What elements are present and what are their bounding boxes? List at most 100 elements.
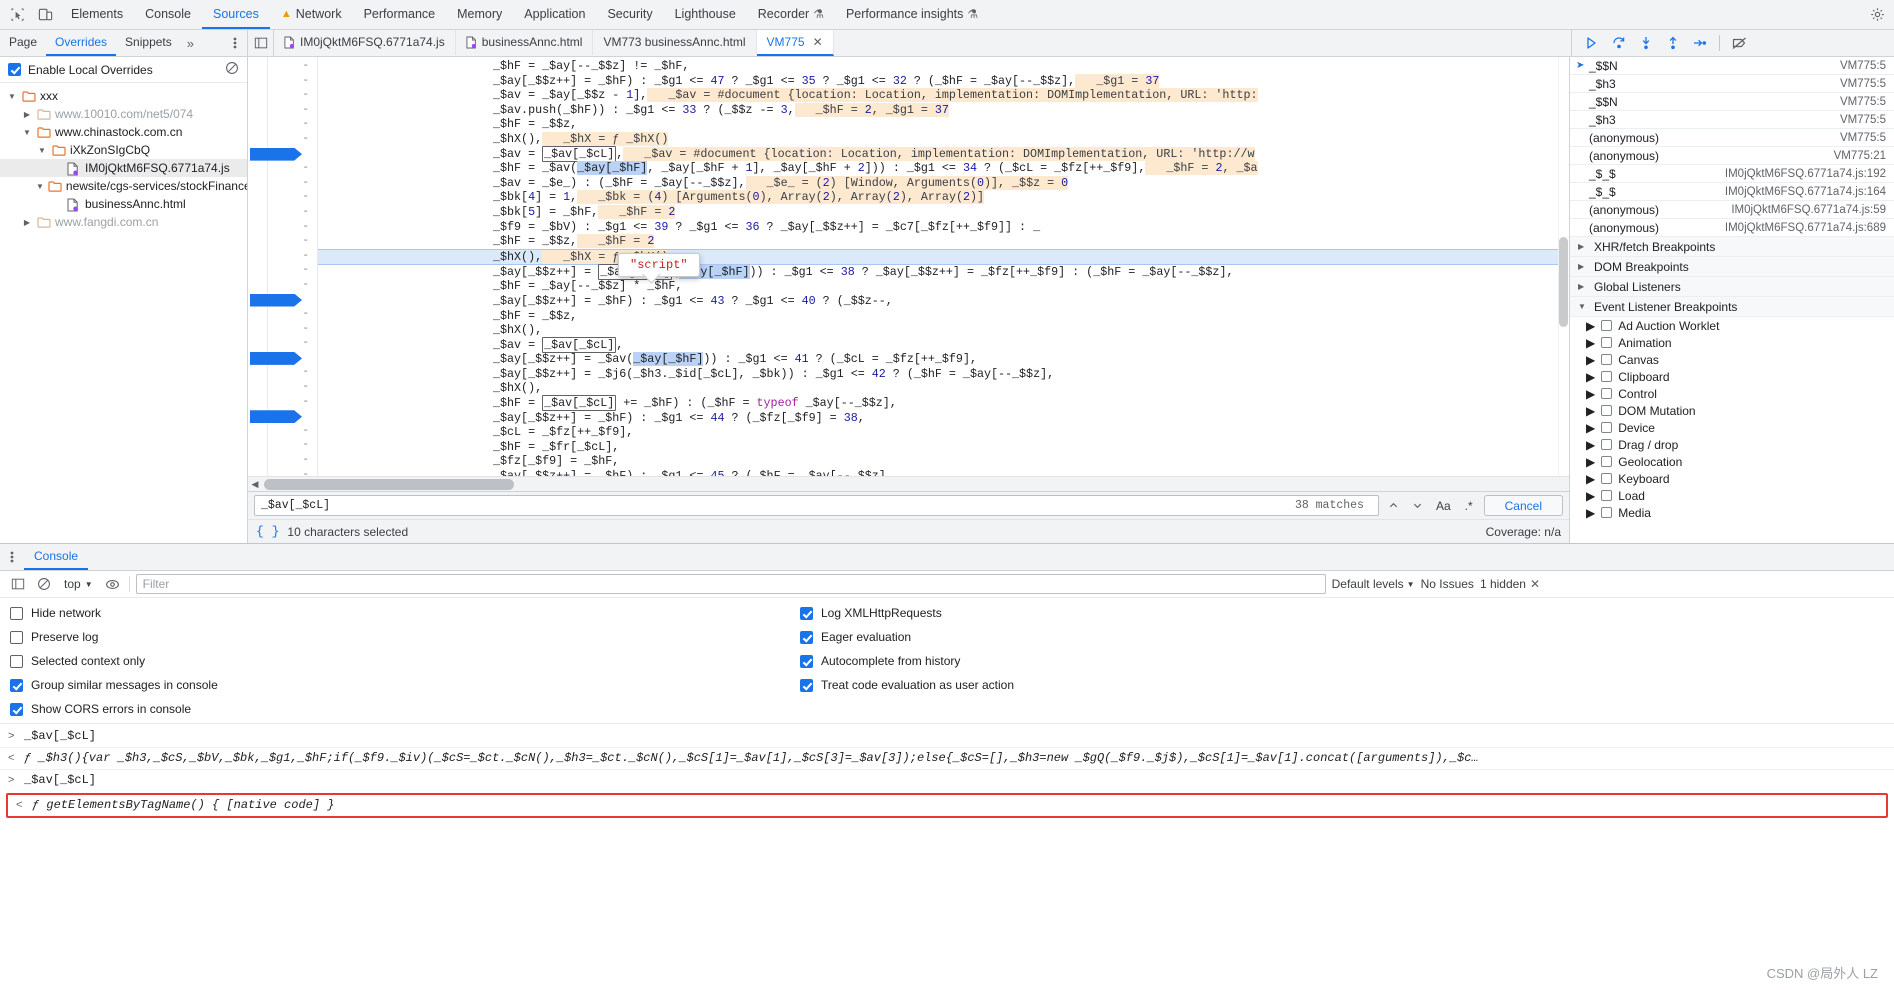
tree-folder-item[interactable]: ▼ iXkZonSIgCbQ: [0, 141, 247, 159]
gutter-line[interactable]: -: [268, 147, 317, 162]
console-levels-selector[interactable]: Default levels ▼: [1332, 577, 1415, 591]
editor-tab-js-file[interactable]: IM0jQktM6FSQ.6771a74.js: [274, 30, 456, 56]
gutter-line[interactable]: -: [268, 263, 317, 278]
editor-tab-vm773[interactable]: VM773 businessAnnc.html: [593, 30, 757, 56]
event-listener-checkbox[interactable]: [1601, 320, 1613, 331]
chevron-right-icon[interactable]: ▶: [21, 110, 33, 119]
console-setting-checkbox[interactable]: [800, 654, 813, 668]
console-setting-item[interactable]: Group similar messages in console: [10, 678, 800, 692]
event-listener-checkbox[interactable]: [1601, 490, 1613, 501]
console-setting-checkbox[interactable]: [10, 678, 23, 692]
call-stack-frame[interactable]: _$$N VM775:5: [1570, 93, 1894, 111]
editor-horizontal-scrollbar[interactable]: ◀: [248, 476, 1569, 491]
tab-console[interactable]: Console: [134, 0, 202, 29]
chevron-down-icon[interactable]: ▼: [21, 128, 33, 137]
tab-application[interactable]: Application: [513, 0, 596, 29]
code-line[interactable]: _$hF = _$av(_$ay[_$hF], _$ay[_$hF + 1], …: [318, 161, 1569, 176]
console-setting-item[interactable]: Eager evaluation: [800, 630, 1894, 644]
console-setting-item[interactable]: Treat code evaluation as user action: [800, 678, 1894, 692]
source-code-content[interactable]: _$hF = _$ay[--_$$z] != _$hF, _$ay[_$$z++]…: [318, 57, 1569, 476]
gutter-line[interactable]: -: [268, 278, 317, 293]
enable-local-overrides-row[interactable]: Enable Local Overrides: [0, 57, 247, 83]
code-line[interactable]: _$cL = _$fz[++_$f9],: [318, 425, 1569, 440]
resume-script-execution-button[interactable]: [1580, 32, 1604, 54]
tab-memory[interactable]: Memory: [446, 0, 513, 29]
call-stack-frame[interactable]: ➤ _$$N VM775:5: [1570, 57, 1894, 75]
gutter-line[interactable]: -: [268, 380, 317, 395]
console-setting-checkbox[interactable]: [800, 606, 813, 620]
code-line[interactable]: _$ay[_$$z++] = _$hF) : _$g1 <= 43 ? _$g1…: [318, 294, 1569, 309]
nav-tab-overrides[interactable]: Overrides: [46, 30, 117, 56]
code-line[interactable]: _$bk[4] = 1, _$bk = (4) [Arguments(0), A…: [318, 190, 1569, 205]
code-line[interactable]: _$ay[_$$z++] = _$hF) : _$g1 <= 47 ? _$g1…: [318, 73, 1569, 89]
gutter-line[interactable]: -: [268, 59, 317, 74]
console-output-message[interactable]: < ƒ _$h3(){var _$h3,_$cS,_$bV,_$bk,_$g1,_…: [0, 747, 1894, 770]
editor-vertical-scrollbar[interactable]: [1558, 57, 1569, 476]
console-setting-item[interactable]: Log XMLHttpRequests: [800, 606, 1894, 620]
chevron-right-icon[interactable]: ▶: [1586, 489, 1595, 503]
gutter-line[interactable]: -: [268, 74, 317, 89]
chevron-right-icon[interactable]: ▶: [1578, 262, 1588, 271]
gutter-line[interactable]: -: [268, 468, 317, 476]
event-listener-checkbox[interactable]: [1601, 456, 1613, 467]
call-stack-frame[interactable]: (anonymous) IM0jQktM6FSQ.6771a74.js:59: [1570, 201, 1894, 219]
chevron-down-icon[interactable]: ▼: [1578, 302, 1588, 311]
tree-folder-item[interactable]: ▼ newsite/cgs-services/stockFinance: [0, 177, 247, 195]
chevron-down-icon[interactable]: ▼: [6, 92, 18, 101]
chevron-right-icon[interactable]: ▶: [1586, 472, 1595, 486]
clear-overrides-icon[interactable]: [225, 61, 239, 78]
gutter-line[interactable]: -: [268, 88, 317, 103]
tab-recorder[interactable]: Recorder ⚗: [747, 0, 835, 29]
event-listener-breakpoint-item[interactable]: ▶ Canvas: [1570, 351, 1894, 368]
chevron-right-icon[interactable]: ▶: [1586, 319, 1595, 333]
nav-tab-page[interactable]: Page: [0, 30, 46, 56]
gutter-line[interactable]: -: [268, 117, 317, 132]
call-stack-frame[interactable]: (anonymous) VM775:5: [1570, 129, 1894, 147]
console-setting-item[interactable]: Autocomplete from history: [800, 654, 1894, 668]
gutter-line[interactable]: -: [268, 395, 317, 410]
chevron-right-icon[interactable]: ▶: [1586, 438, 1595, 452]
chevron-right-icon[interactable]: ▶: [1586, 353, 1595, 367]
code-line[interactable]: _$hF = _$ay[--_$$z] != _$hF,: [318, 59, 1569, 74]
event-listener-checkbox[interactable]: [1601, 371, 1613, 382]
tree-file-item[interactable]: businessAnnc.html: [0, 195, 247, 213]
code-line[interactable]: _$hF = _$av[_$cL] += _$hF) : (_$hF = typ…: [318, 395, 1569, 412]
chevron-right-icon[interactable]: ▶: [1586, 421, 1595, 435]
chevron-right-icon[interactable]: ▶: [21, 218, 33, 227]
event-listener-breakpoint-item[interactable]: ▶ Clipboard: [1570, 368, 1894, 385]
code-line[interactable]: _$ay[_$$z++] = _$hF) : _$g1 <= 44 ? (_$f…: [318, 411, 1569, 426]
code-line[interactable]: _$hF = _$ay[--_$$z] * _$hF,: [318, 279, 1569, 294]
gutter-line[interactable]: -: [268, 234, 317, 249]
event-listener-checkbox[interactable]: [1601, 507, 1613, 518]
tab-security[interactable]: Security: [596, 0, 663, 29]
scroll-left-icon[interactable]: ◀: [248, 479, 262, 490]
tab-lighthouse[interactable]: Lighthouse: [664, 0, 747, 29]
drawer-tab-console[interactable]: Console: [24, 544, 89, 570]
line-number-gutter[interactable]: --------------------------------: [268, 57, 318, 476]
chevron-right-icon[interactable]: ▶: [1586, 455, 1595, 469]
gutter-line[interactable]: -: [268, 322, 317, 337]
chevron-right-icon[interactable]: ▶: [1586, 404, 1595, 418]
console-input-message[interactable]: > _$av[_$cL]: [0, 770, 1894, 791]
tree-folder-item[interactable]: ▶ www.fangdi.com.cn: [0, 213, 247, 231]
code-line[interactable]: _$hX(), _$hX = ƒ _$hX(): [318, 248, 1569, 265]
event-listener-breakpoint-item[interactable]: ▶ Control: [1570, 385, 1894, 402]
inspect-icon[interactable]: [8, 6, 26, 24]
code-line[interactable]: _$hX(), _$hX = ƒ _$hX(): [318, 131, 1569, 147]
code-line[interactable]: _$hX(),: [318, 323, 1569, 338]
tab-performance-insights[interactable]: Performance insights ⚗: [835, 0, 989, 29]
cancel-button[interactable]: Cancel: [1483, 495, 1563, 516]
editor-tab-vm775[interactable]: VM775 ✕: [756, 30, 834, 56]
tree-folder-item[interactable]: ▼ xxx: [0, 87, 247, 105]
call-stack-frame[interactable]: _$_$ IM0jQktM6FSQ.6771a74.js:164: [1570, 183, 1894, 201]
code-line[interactable]: _$hF = _$fr[_$cL],: [318, 440, 1569, 455]
call-stack-frame[interactable]: (anonymous) VM775:21: [1570, 147, 1894, 165]
console-setting-checkbox[interactable]: [10, 606, 23, 620]
call-stack-frame[interactable]: _$_$ IM0jQktM6FSQ.6771a74.js:192: [1570, 165, 1894, 183]
chevron-right-icon[interactable]: ▶: [1586, 336, 1595, 350]
breakpoint-group-header[interactable]: ▶ XHR/fetch Breakpoints: [1570, 237, 1894, 257]
chevron-up-icon[interactable]: [1385, 496, 1403, 516]
chevron-down-icon[interactable]: [1409, 496, 1427, 516]
gutter-line[interactable]: -: [268, 365, 317, 380]
console-sidebar-icon[interactable]: [8, 574, 28, 594]
